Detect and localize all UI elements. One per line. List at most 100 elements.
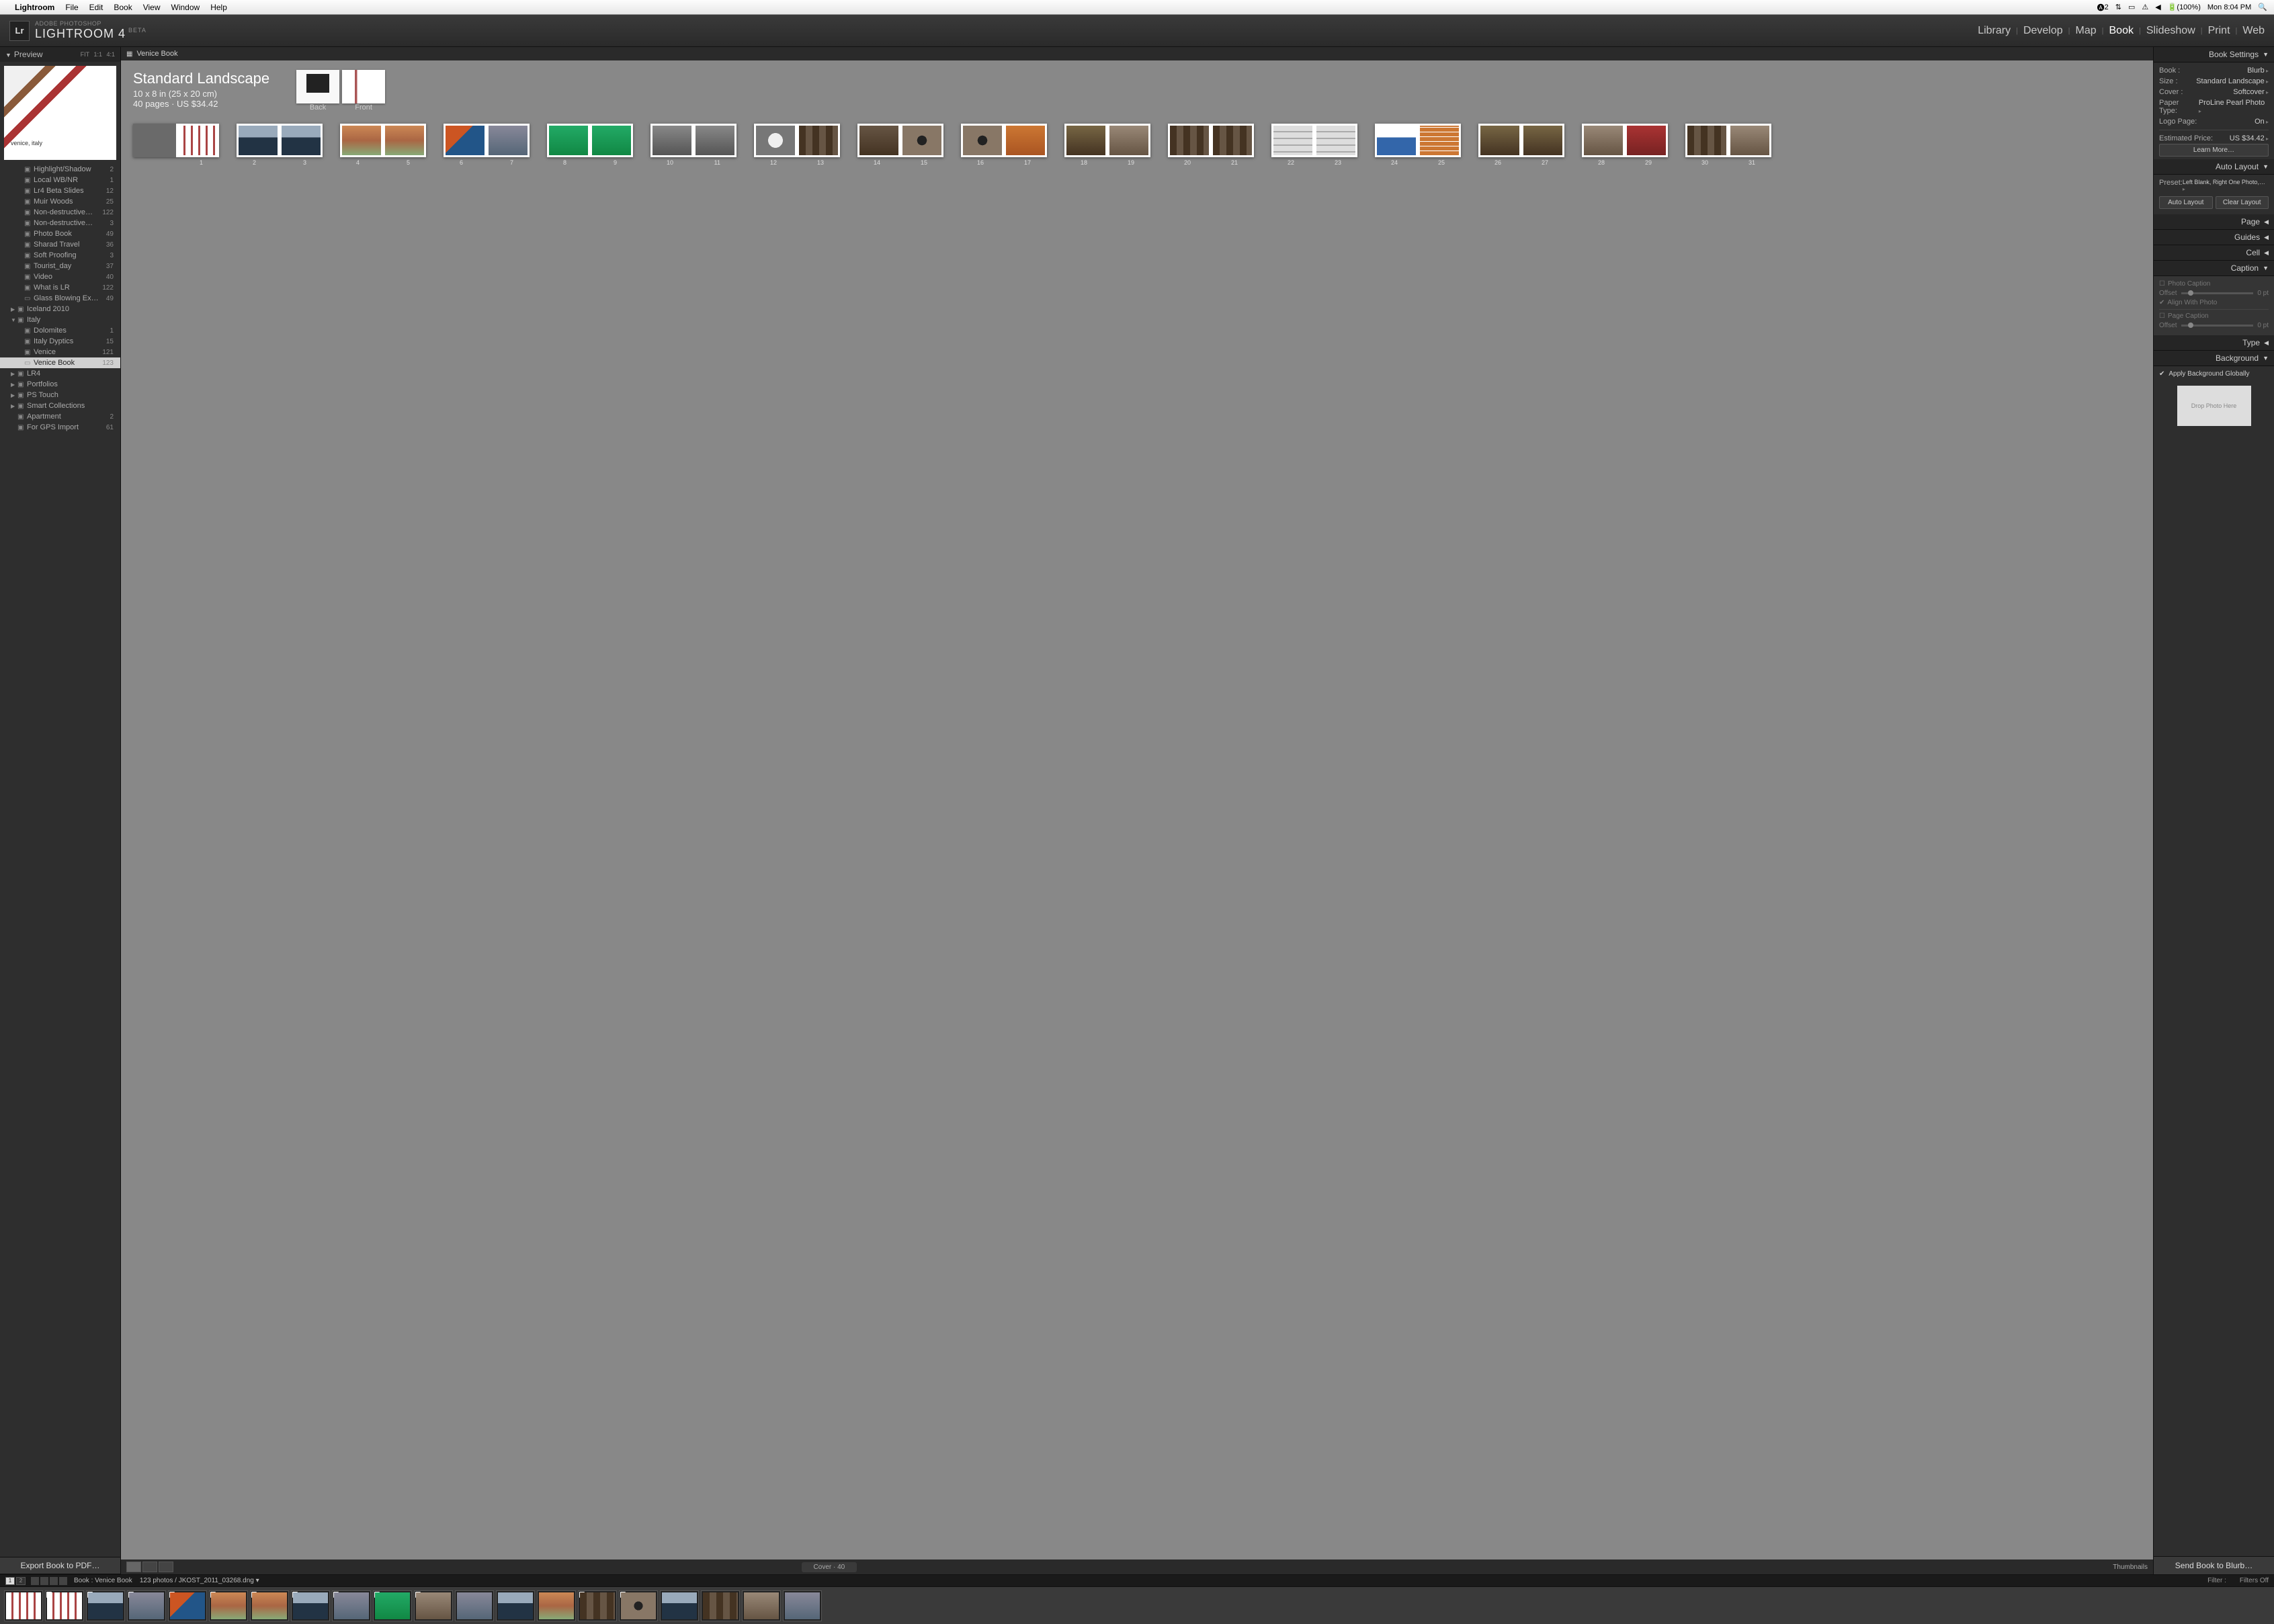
collection-row[interactable]: ▣Local WB/NR1: [0, 175, 120, 185]
book-settings-header[interactable]: Book Settings▼: [2154, 47, 2274, 62]
menu-window[interactable]: Window: [171, 3, 200, 12]
wifi-icon[interactable]: ⚠: [2142, 3, 2148, 11]
export-pdf-button[interactable]: Export Book to PDF…: [0, 1557, 120, 1574]
guides-panel-header[interactable]: Guides◀: [2154, 230, 2274, 245]
filmstrip-view-icon[interactable]: [31, 1577, 39, 1585]
spread[interactable]: 23: [237, 124, 323, 166]
menu-app[interactable]: Lightroom: [15, 3, 54, 12]
page-caption-checkbox[interactable]: ☐Page Caption: [2159, 312, 2269, 320]
book-vendor-row[interactable]: Book :Blurb: [2159, 65, 2269, 76]
photo-caption-checkbox[interactable]: ☐Photo Caption: [2159, 280, 2269, 288]
zoom-1-1[interactable]: 1:1: [93, 51, 102, 58]
book-canvas[interactable]: Standard Landscape 10 x 8 in (25 x 20 cm…: [121, 60, 2153, 1559]
spread[interactable]: 2223: [1271, 124, 1357, 166]
filmstrip-thumb[interactable]: [660, 1590, 699, 1621]
collection-row[interactable]: ▭Glass Blowing Ex…49: [0, 293, 120, 304]
filmstrip-thumb[interactable]: 1: [619, 1590, 658, 1621]
filmstrip-view-icon[interactable]: [50, 1577, 58, 1585]
learn-more-button[interactable]: Learn More…: [2159, 144, 2269, 157]
filmstrip-thumb[interactable]: [537, 1590, 576, 1621]
menu-help[interactable]: Help: [210, 3, 227, 12]
collection-row[interactable]: ▣Venice121: [0, 347, 120, 357]
monitor-2[interactable]: 2: [16, 1577, 26, 1585]
photo-caption-offset[interactable]: Offset0 pt: [2159, 290, 2269, 297]
volume-icon[interactable]: ◀: [2155, 3, 2160, 11]
collection-row[interactable]: ▣Dolomites1: [0, 325, 120, 336]
collection-row[interactable]: ▶▣Smart Collections: [0, 400, 120, 411]
spread[interactable]: 2627: [1478, 124, 1564, 166]
collection-row[interactable]: ▶▣Iceland 2010: [0, 304, 120, 314]
filmstrip-thumb[interactable]: 1: [86, 1590, 125, 1621]
dropbox-icon[interactable]: ⇅: [2115, 3, 2121, 11]
filmstrip-thumb[interactable]: 1: [209, 1590, 248, 1621]
spread[interactable]: 3031: [1685, 124, 1771, 166]
filmstrip[interactable]: 111111111111: [0, 1586, 2274, 1624]
spread[interactable]: 67: [444, 124, 530, 166]
spread[interactable]: 89: [547, 124, 633, 166]
filmstrip-thumb[interactable]: 1: [373, 1590, 412, 1621]
module-slideshow[interactable]: Slideshow: [2146, 25, 2195, 37]
spread[interactable]: 2021: [1168, 124, 1254, 166]
filmstrip-thumb[interactable]: [455, 1590, 494, 1621]
page-panel-header[interactable]: Page◀: [2154, 214, 2274, 230]
menu-file[interactable]: File: [65, 3, 78, 12]
view-single[interactable]: [159, 1562, 173, 1572]
display-icon[interactable]: ▭: [2128, 3, 2135, 11]
module-develop[interactable]: Develop: [2023, 25, 2063, 37]
zoom-fit[interactable]: FIT: [81, 51, 89, 58]
collection-row[interactable]: ▭Venice Book123: [0, 357, 120, 368]
view-multipage[interactable]: [126, 1562, 141, 1572]
type-panel-header[interactable]: Type◀: [2154, 335, 2274, 351]
filmstrip-thumb[interactable]: 1: [578, 1590, 617, 1621]
collection-row[interactable]: ▣Soft Proofing3: [0, 250, 120, 261]
collection-row[interactable]: ▣What is LR122: [0, 282, 120, 293]
spread[interactable]: 1617: [961, 124, 1047, 166]
view-spread[interactable]: [142, 1562, 157, 1572]
collection-row[interactable]: ▣For GPS Import61: [0, 422, 120, 433]
filmstrip-breadcrumb[interactable]: Book : Venice Book 123 photos / JKOST_20…: [74, 1577, 259, 1584]
collection-row[interactable]: ▣Tourist_day37: [0, 261, 120, 271]
preview-thumbnail[interactable]: venice, italy: [4, 66, 116, 160]
collection-row[interactable]: ▣Lr4 Beta Slides12: [0, 185, 120, 196]
zoom-4-1[interactable]: 4:1: [106, 51, 115, 58]
auto-layout-preset[interactable]: Preset:Left Blank, Right One Photo,…: [2159, 177, 2269, 194]
collection-row[interactable]: ▼▣Italy: [0, 314, 120, 325]
auto-layout-header[interactable]: Auto Layout▼: [2154, 159, 2274, 175]
preview-header[interactable]: ▼Preview FIT 1:1 4:1: [0, 47, 120, 62]
filter-label[interactable]: Filter :: [2207, 1577, 2226, 1584]
filmstrip-thumb[interactable]: [496, 1590, 535, 1621]
cover-preview[interactable]: [296, 70, 385, 103]
collection-row[interactable]: ▣Apartment2: [0, 411, 120, 422]
page-caption-offset[interactable]: Offset0 pt: [2159, 322, 2269, 329]
background-drop-area[interactable]: Drop Photo Here: [2177, 386, 2251, 426]
collection-row[interactable]: ▣Non-destructive…122: [0, 207, 120, 218]
filmstrip-thumb[interactable]: 1: [168, 1590, 207, 1621]
filmstrip-thumb[interactable]: [742, 1590, 781, 1621]
filmstrip-thumb[interactable]: [4, 1590, 43, 1621]
collection-row[interactable]: ▣Italy Dyptics15: [0, 336, 120, 347]
collection-row[interactable]: ▣Photo Book49: [0, 228, 120, 239]
collection-row[interactable]: ▶▣PS Touch: [0, 390, 120, 400]
filmstrip-thumb[interactable]: 1: [127, 1590, 166, 1621]
spread[interactable]: 45: [340, 124, 426, 166]
filmstrip-thumb[interactable]: 1: [45, 1590, 84, 1621]
collection-row[interactable]: ▣Non-destructive…3: [0, 218, 120, 228]
menu-book[interactable]: Book: [114, 3, 132, 12]
filmstrip-thumb[interactable]: 1: [291, 1590, 330, 1621]
book-cover-row[interactable]: Cover :Softcover: [2159, 87, 2269, 97]
collection-row[interactable]: ▶▣LR4: [0, 368, 120, 379]
spread[interactable]: 1415: [857, 124, 943, 166]
spotlight-icon[interactable]: 🔍: [2258, 3, 2267, 11]
spread[interactable]: 2829: [1582, 124, 1668, 166]
filmstrip-thumb[interactable]: 1: [414, 1590, 453, 1621]
module-map[interactable]: Map: [2076, 25, 2097, 37]
apply-bg-globally[interactable]: ✔Apply Background Globally: [2154, 366, 2274, 382]
background-panel-header[interactable]: Background▼: [2154, 351, 2274, 366]
menu-edit[interactable]: Edit: [89, 3, 103, 12]
caption-panel-header[interactable]: Caption▼: [2154, 261, 2274, 276]
filmstrip-thumb[interactable]: [783, 1590, 822, 1621]
menu-view[interactable]: View: [143, 3, 161, 12]
spread[interactable]: 1213: [754, 124, 840, 166]
filmstrip-view-icon[interactable]: [59, 1577, 67, 1585]
monitor-1[interactable]: 1: [5, 1577, 15, 1585]
